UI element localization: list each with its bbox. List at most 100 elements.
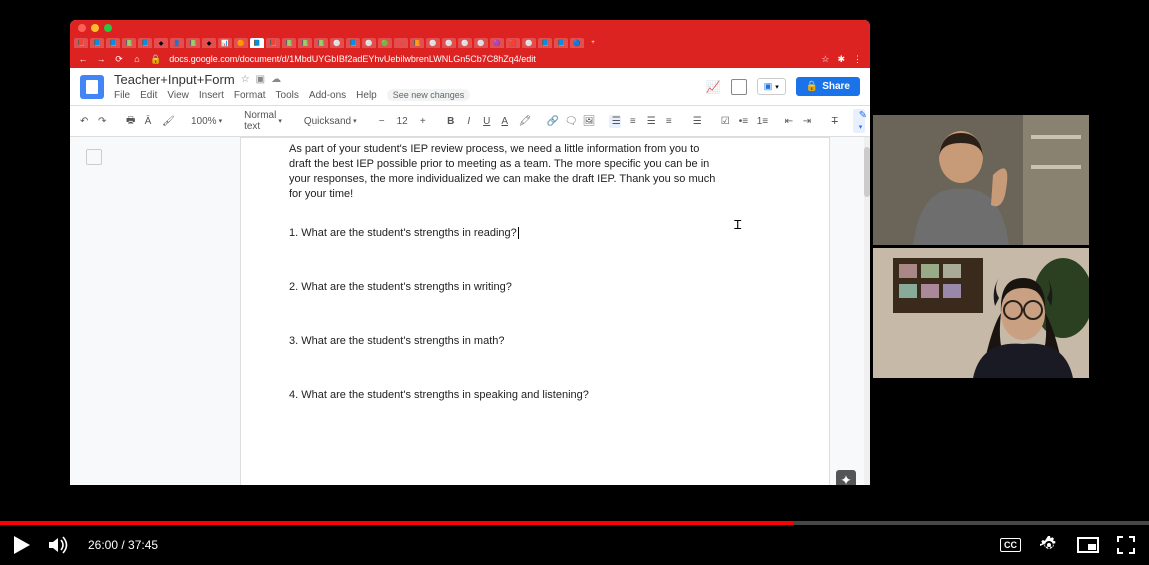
align-left-button[interactable]: ☰ — [609, 115, 621, 128]
menu-view[interactable]: View — [167, 90, 189, 101]
browser-tab[interactable]: 📗 — [282, 38, 296, 48]
browser-tab[interactable]: 📘 — [538, 38, 552, 48]
volume-button[interactable] — [48, 535, 70, 555]
menu-edit[interactable]: Edit — [140, 90, 157, 101]
menu-tools[interactable]: Tools — [276, 90, 299, 101]
minimize-window-icon[interactable] — [91, 24, 99, 32]
browser-tab[interactable]: 📕 — [266, 38, 280, 48]
browser-tab[interactable]: 📗 — [314, 38, 328, 48]
browser-tab[interactable]: 📘 — [106, 38, 120, 48]
new-tab-button[interactable]: + — [586, 38, 600, 48]
menu-format[interactable]: Format — [234, 90, 266, 101]
line-spacing-button[interactable]: ☰ — [691, 114, 703, 129]
redo-button[interactable]: ↷ — [96, 114, 108, 129]
theater-mode-button[interactable] — [1077, 537, 1099, 553]
menu-insert[interactable]: Insert — [199, 90, 224, 101]
browser-tab[interactable]: ⚪ — [426, 38, 440, 48]
document-page[interactable]: As part of your student's IEP review pro… — [240, 137, 830, 485]
scrollbar-thumb[interactable] — [864, 147, 870, 197]
back-button[interactable]: ← — [78, 54, 88, 64]
browser-tab[interactable]: 📘 — [138, 38, 152, 48]
browser-tab[interactable]: 🟠 — [234, 38, 248, 48]
align-justify-button[interactable]: ≡ — [663, 114, 675, 129]
browser-tab[interactable]: 👤 — [170, 38, 184, 48]
browser-tab[interactable]: ⚪ — [458, 38, 472, 48]
menu-addons[interactable]: Add-ons — [309, 90, 346, 101]
zoom-select[interactable]: 100%▾ — [188, 115, 225, 128]
browser-tab[interactable]: ⚪ — [474, 38, 488, 48]
comment-history-icon[interactable] — [731, 79, 747, 95]
browser-tab[interactable]: 📘 — [554, 38, 568, 48]
meet-present-button[interactable]: ▣ ▾ — [757, 78, 786, 95]
activity-icon[interactable]: 📈 — [706, 80, 721, 94]
document-title[interactable]: Teacher+Input+Form — [114, 72, 235, 87]
settings-button[interactable] — [1039, 535, 1059, 555]
browser-tab[interactable]: ◆ — [154, 38, 168, 48]
browser-tab[interactable]: ⚪ — [362, 38, 376, 48]
align-right-button[interactable]: ☰ — [645, 114, 657, 129]
docs-logo-icon[interactable] — [80, 75, 104, 99]
extension-icon[interactable]: ✱ — [837, 54, 845, 65]
style-select[interactable]: Normal text▾ — [241, 109, 285, 133]
clear-formatting-button[interactable]: T — [829, 114, 841, 129]
browser-tab[interactable]: ⚪ — [442, 38, 456, 48]
close-window-icon[interactable] — [78, 24, 86, 32]
browser-tab-active[interactable]: 📘 — [250, 38, 264, 48]
browser-tab[interactable]: 📊 — [218, 38, 232, 48]
text-color-button[interactable]: A — [499, 114, 511, 129]
question-2[interactable]: 2. What are the student's strengths in w… — [289, 281, 719, 293]
browser-tab[interactable]: ◆ — [202, 38, 216, 48]
menu-help[interactable]: Help — [356, 90, 377, 101]
reload-button[interactable]: ⟳ — [114, 54, 124, 65]
browser-tab[interactable]: 🟣 — [490, 38, 504, 48]
insert-comment-button[interactable]: 🗨 — [563, 114, 575, 129]
browser-tab[interactable]: 🔺 — [394, 38, 408, 48]
print-button[interactable]: 🖶 — [124, 111, 136, 132]
explore-fab-button[interactable]: ✦ — [836, 470, 856, 485]
increase-indent-button[interactable]: ⇥ — [801, 114, 813, 129]
spellcheck-button[interactable]: Ā — [142, 114, 154, 129]
captions-button[interactable]: CC — [1000, 538, 1021, 552]
browser-tab[interactable]: 📘 — [90, 38, 104, 48]
decrease-font-button[interactable]: − — [376, 114, 388, 129]
browser-tab[interactable]: 🟢 — [378, 38, 392, 48]
fullscreen-button[interactable] — [1117, 536, 1135, 554]
browser-tab[interactable]: 🟥 — [506, 38, 520, 48]
insert-image-button[interactable]: 🖼 — [581, 114, 593, 129]
bullet-list-button[interactable]: •≡ — [737, 114, 749, 129]
checklist-button[interactable]: ☑ — [719, 114, 731, 129]
browser-tab[interactable]: 📗 — [298, 38, 312, 48]
see-new-changes[interactable]: See new changes — [387, 89, 471, 101]
underline-button[interactable]: U — [481, 114, 493, 129]
numbered-list-button[interactable]: 1≡ — [755, 114, 767, 129]
browser-tab[interactable]: 📙 — [410, 38, 424, 48]
browser-tab[interactable]: ⚪ — [330, 38, 344, 48]
star-icon[interactable]: ☆ — [241, 74, 250, 85]
insert-link-button[interactable]: 🔗 — [545, 114, 557, 129]
star-icon[interactable]: ☆ — [821, 54, 829, 65]
cloud-icon[interactable]: ☁ — [271, 74, 281, 85]
increase-font-button[interactable]: + — [417, 114, 429, 129]
italic-button[interactable]: I — [463, 114, 475, 129]
menu-file[interactable]: File — [114, 90, 130, 101]
decrease-indent-button[interactable]: ⇤ — [783, 114, 795, 129]
share-button[interactable]: 🔒 Share — [796, 77, 860, 96]
maximize-window-icon[interactable] — [104, 24, 112, 32]
play-button[interactable] — [14, 536, 30, 554]
browser-tab[interactable]: 📕 — [74, 38, 88, 48]
menu-icon[interactable]: ⋮ — [853, 54, 862, 65]
home-button[interactable]: ⌂ — [132, 54, 142, 64]
question-3[interactable]: 3. What are the student's strengths in m… — [289, 335, 719, 347]
url-text[interactable]: docs.google.com/document/d/1MbdUYGbIBf2a… — [169, 54, 813, 64]
browser-tab[interactable]: 📗 — [122, 38, 136, 48]
move-icon[interactable]: ▣ — [256, 74, 265, 85]
question-1[interactable]: 1. What are the student's strengths in r… — [289, 227, 719, 239]
font-select[interactable]: Quicksand▾ — [301, 115, 360, 128]
vertical-scrollbar[interactable] — [864, 137, 870, 485]
browser-tab[interactable]: ⚪ — [522, 38, 536, 48]
browser-tab[interactable]: 📗 — [186, 38, 200, 48]
intro-paragraph[interactable]: As part of your student's IEP review pro… — [289, 142, 719, 201]
align-center-button[interactable]: ≡ — [627, 114, 639, 129]
highlight-button[interactable]: 🖍 — [517, 114, 529, 129]
outline-toggle-icon[interactable] — [86, 149, 102, 165]
